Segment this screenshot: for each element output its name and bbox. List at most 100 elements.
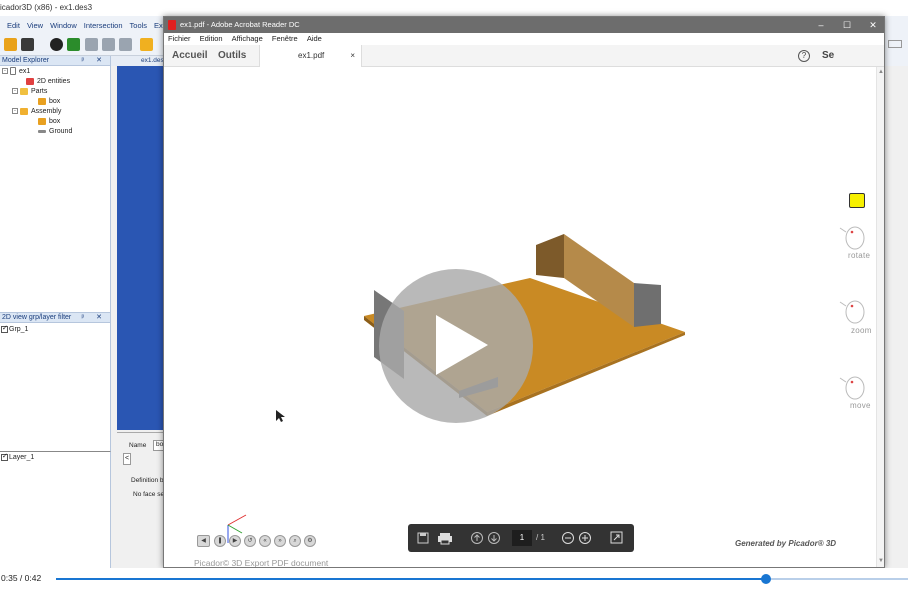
floating-page-toolbar: 1 / 1 <box>408 524 634 552</box>
scroll-left-icon[interactable]: < <box>123 453 131 465</box>
acrobat-title: ex1.pdf - Adobe Acrobat Reader DC <box>180 20 300 29</box>
comment-icon[interactable] <box>849 193 865 208</box>
background-viewport <box>117 66 165 430</box>
menu-window[interactable]: Window <box>50 21 77 30</box>
tree-item-parts[interactable]: - Parts <box>12 87 47 97</box>
save-icon[interactable] <box>21 38 34 51</box>
tab-document[interactable]: ex1.pdf × <box>259 45 362 67</box>
model-explorer-header: Model Explorer ᵖ ✕ <box>0 56 110 66</box>
layer-checkbox-layer1[interactable]: Layer_1 <box>1 452 34 462</box>
mouse-icon[interactable] <box>839 373 871 401</box>
minimize-button[interactable]: – <box>808 17 834 33</box>
mouse-cursor <box>276 410 285 422</box>
menu-intersection[interactable]: Intersection <box>84 21 123 30</box>
background-app-toolbar <box>0 34 165 56</box>
acrobat-scrollbar[interactable]: ▲ ▼ <box>876 67 884 567</box>
tree-item-assembly-box[interactable]: box <box>38 117 60 127</box>
acrobat-window: ex1.pdf - Adobe Acrobat Reader DC – ☐ ✕ … <box>163 16 885 568</box>
tree-item-ground[interactable]: Ground <box>38 127 72 137</box>
rotate-label: rotate <box>848 251 871 260</box>
nav-forward-icon[interactable]: » <box>274 535 286 547</box>
viewport-tab[interactable]: ex1.des <box>111 56 165 66</box>
tree-item-ex1[interactable]: - ex1 <box>2 67 30 77</box>
model-explorer-panel: Model Explorer ᵖ ✕ - ex1 2D entities - Par… <box>0 56 111 312</box>
panel-pin-close-icon[interactable]: ᵖ ✕ <box>82 313 107 323</box>
mouse-icon[interactable] <box>839 223 871 251</box>
zoom-out-icon[interactable] <box>561 524 575 552</box>
teapot-icon[interactable] <box>50 38 63 51</box>
menu-fichier[interactable]: Fichier <box>168 34 191 43</box>
acrobat-tabbar: Accueil Outils ex1.pdf × ? Se connecter <box>164 45 884 83</box>
tool-icon[interactable] <box>102 38 115 51</box>
generated-by-text: Generated by Picador® 3D <box>735 539 837 548</box>
save-icon[interactable] <box>416 524 430 552</box>
video-progress-track[interactable] <box>56 574 908 584</box>
video-player-bar: 0:35 / 0:42 <box>0 568 908 589</box>
viewport-tab-label: ex1.des <box>141 57 164 64</box>
background-app-title: icador3D (x86) - ex1.des3 <box>0 3 93 12</box>
video-progress-handle[interactable] <box>760 574 771 584</box>
menu-tools[interactable]: Tools <box>130 21 148 30</box>
layer-filter-header: 2D view grp/layer filter ᵖ ✕ <box>0 313 110 323</box>
tree-item-2d-entities[interactable]: 2D entities <box>26 77 70 87</box>
layer-filter-panel: 2D view grp/layer filter ᵖ ✕ Grp_1 <box>0 312 111 451</box>
maximize-button[interactable]: ☐ <box>834 17 860 33</box>
box-icon[interactable] <box>140 38 153 51</box>
nav-zoom-icon[interactable]: ⌕ <box>289 535 301 547</box>
page-total: / 1 <box>536 533 545 542</box>
scroll-up-icon[interactable]: ▲ <box>878 69 884 75</box>
sign-in-button[interactable]: Se connecter <box>822 45 884 83</box>
video-progress-fill <box>56 578 766 580</box>
zoom-in-icon[interactable] <box>578 524 592 552</box>
play-button[interactable] <box>379 269 533 423</box>
properties-panel: Name bo < Definition b No face se <box>117 432 167 568</box>
nav-rewind-icon[interactable]: « <box>259 535 271 547</box>
page-up-icon[interactable] <box>470 524 484 552</box>
video-time: 0:35 / 0:42 <box>1 573 42 583</box>
3d-navigation-bar: ◀ ❚ ▶ ↺ « » ⌕ ⚙ <box>197 535 327 549</box>
menu-aide[interactable]: Aide <box>307 34 322 43</box>
background-app-titlebar: icador3D (x86) - ex1.des3 <box>0 0 908 16</box>
close-tab-icon[interactable]: × <box>350 45 355 67</box>
nav-back-icon[interactable]: ◀ <box>197 535 210 547</box>
panel-pin-close-icon[interactable]: ᵖ ✕ <box>82 56 107 66</box>
nav-play-icon[interactable]: ▶ <box>229 535 241 547</box>
menu-fenetre[interactable]: Fenêtre <box>272 34 298 43</box>
move-label: move <box>850 401 871 410</box>
nav-settings-icon[interactable]: ⚙ <box>304 535 316 547</box>
background-right-toolbar <box>885 16 908 66</box>
close-button[interactable]: ✕ <box>860 17 886 33</box>
box-panel-inner <box>536 234 564 278</box>
new-icon[interactable] <box>4 38 17 51</box>
page-number-input[interactable]: 1 <box>512 530 532 546</box>
export-caption: Picador© 3D Export PDF document <box>194 558 329 567</box>
tab-accueil[interactable]: Accueil <box>172 45 208 67</box>
mouse-icon[interactable] <box>839 297 871 325</box>
zoom-label: zoom <box>851 326 872 335</box>
page-down-icon[interactable] <box>487 524 501 552</box>
pdf-icon <box>168 20 176 30</box>
gear-icon[interactable] <box>85 38 98 51</box>
menu-view[interactable]: View <box>27 21 43 30</box>
shape-icon[interactable] <box>119 38 132 51</box>
tree-item-assembly[interactable]: - Assembly <box>12 107 61 117</box>
layout-icon[interactable] <box>888 40 902 48</box>
scroll-down-icon[interactable]: ▼ <box>878 558 884 564</box>
part-add-icon[interactable] <box>67 38 80 51</box>
tab-outils[interactable]: Outils <box>218 45 246 67</box>
menu-affichage[interactable]: Affichage <box>232 34 263 43</box>
name-label: Name <box>129 442 147 449</box>
nav-reset-icon[interactable]: ↺ <box>244 535 256 547</box>
nav-pause-icon[interactable]: ❚ <box>214 535 226 547</box>
acrobat-titlebar: ex1.pdf - Adobe Acrobat Reader DC – ☐ ✕ <box>164 17 884 33</box>
fullscreen-icon[interactable] <box>609 524 623 552</box>
layer-panel: Layer_1 <box>0 451 111 568</box>
help-icon[interactable]: ? <box>798 50 810 62</box>
group-checkbox-grp1[interactable]: Grp_1 <box>1 324 28 334</box>
tree-item-box[interactable]: box <box>38 97 60 107</box>
menu-edit[interactable]: Edit <box>7 21 20 30</box>
menu-edition[interactable]: Edition <box>200 34 223 43</box>
definition-label: Definition b <box>131 477 164 484</box>
play-icon <box>436 315 488 375</box>
print-icon[interactable] <box>437 524 453 552</box>
